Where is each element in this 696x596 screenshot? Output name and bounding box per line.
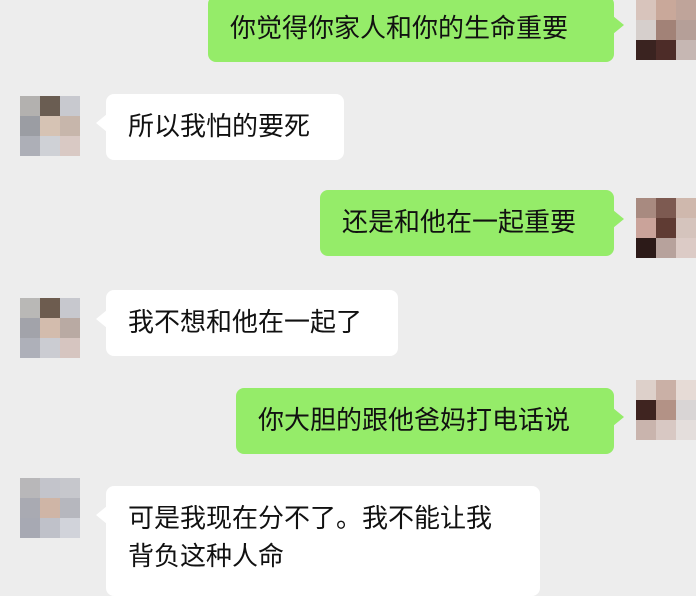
self-avatar[interactable]: [636, 0, 696, 60]
message-row: 我不想和他在一起了: [0, 288, 696, 358]
message-row: 你觉得你家人和你的生命重要: [0, 0, 696, 70]
contact-avatar[interactable]: [20, 478, 80, 538]
message-row: 还是和他在一起重要: [0, 190, 696, 260]
received-message-bubble[interactable]: 我不想和他在一起了: [96, 290, 398, 356]
contact-avatar[interactable]: [20, 96, 80, 156]
sent-message-bubble[interactable]: 你觉得你家人和你的生命重要: [208, 0, 624, 62]
received-message-bubble[interactable]: 可是我现在分不了。我不能让我 背负这种人命: [96, 486, 540, 596]
message-row: 所以我怕的要死: [0, 90, 696, 160]
message-text: 你觉得你家人和你的生命重要: [230, 14, 569, 44]
message-text-line-2: 背负这种人命: [128, 542, 285, 572]
message-row: 你大胆的跟他爸妈打电话说: [0, 380, 696, 460]
message-text: 还是和他在一起重要: [342, 208, 577, 238]
message-text: 我不想和他在一起了: [128, 308, 363, 338]
self-avatar[interactable]: [636, 198, 696, 258]
message-row: 可是我现在分不了。我不能让我 背负这种人命: [0, 472, 696, 596]
self-avatar[interactable]: [636, 380, 696, 440]
contact-avatar[interactable]: [20, 298, 80, 358]
chat-conversation: 你觉得你家人和你的生命重要 所以我怕的要死 还是和他在一起重要 我不想和他在一起…: [0, 0, 696, 596]
sent-message-bubble[interactable]: 你大胆的跟他爸妈打电话说: [236, 388, 624, 454]
message-text: 所以我怕的要死: [128, 112, 311, 142]
message-text: 你大胆的跟他爸妈打电话说: [258, 406, 571, 436]
received-message-bubble[interactable]: 所以我怕的要死: [96, 94, 344, 160]
message-text: 可是我现在分不了。我不能让我: [128, 504, 493, 534]
sent-message-bubble[interactable]: 还是和他在一起重要: [320, 190, 624, 256]
